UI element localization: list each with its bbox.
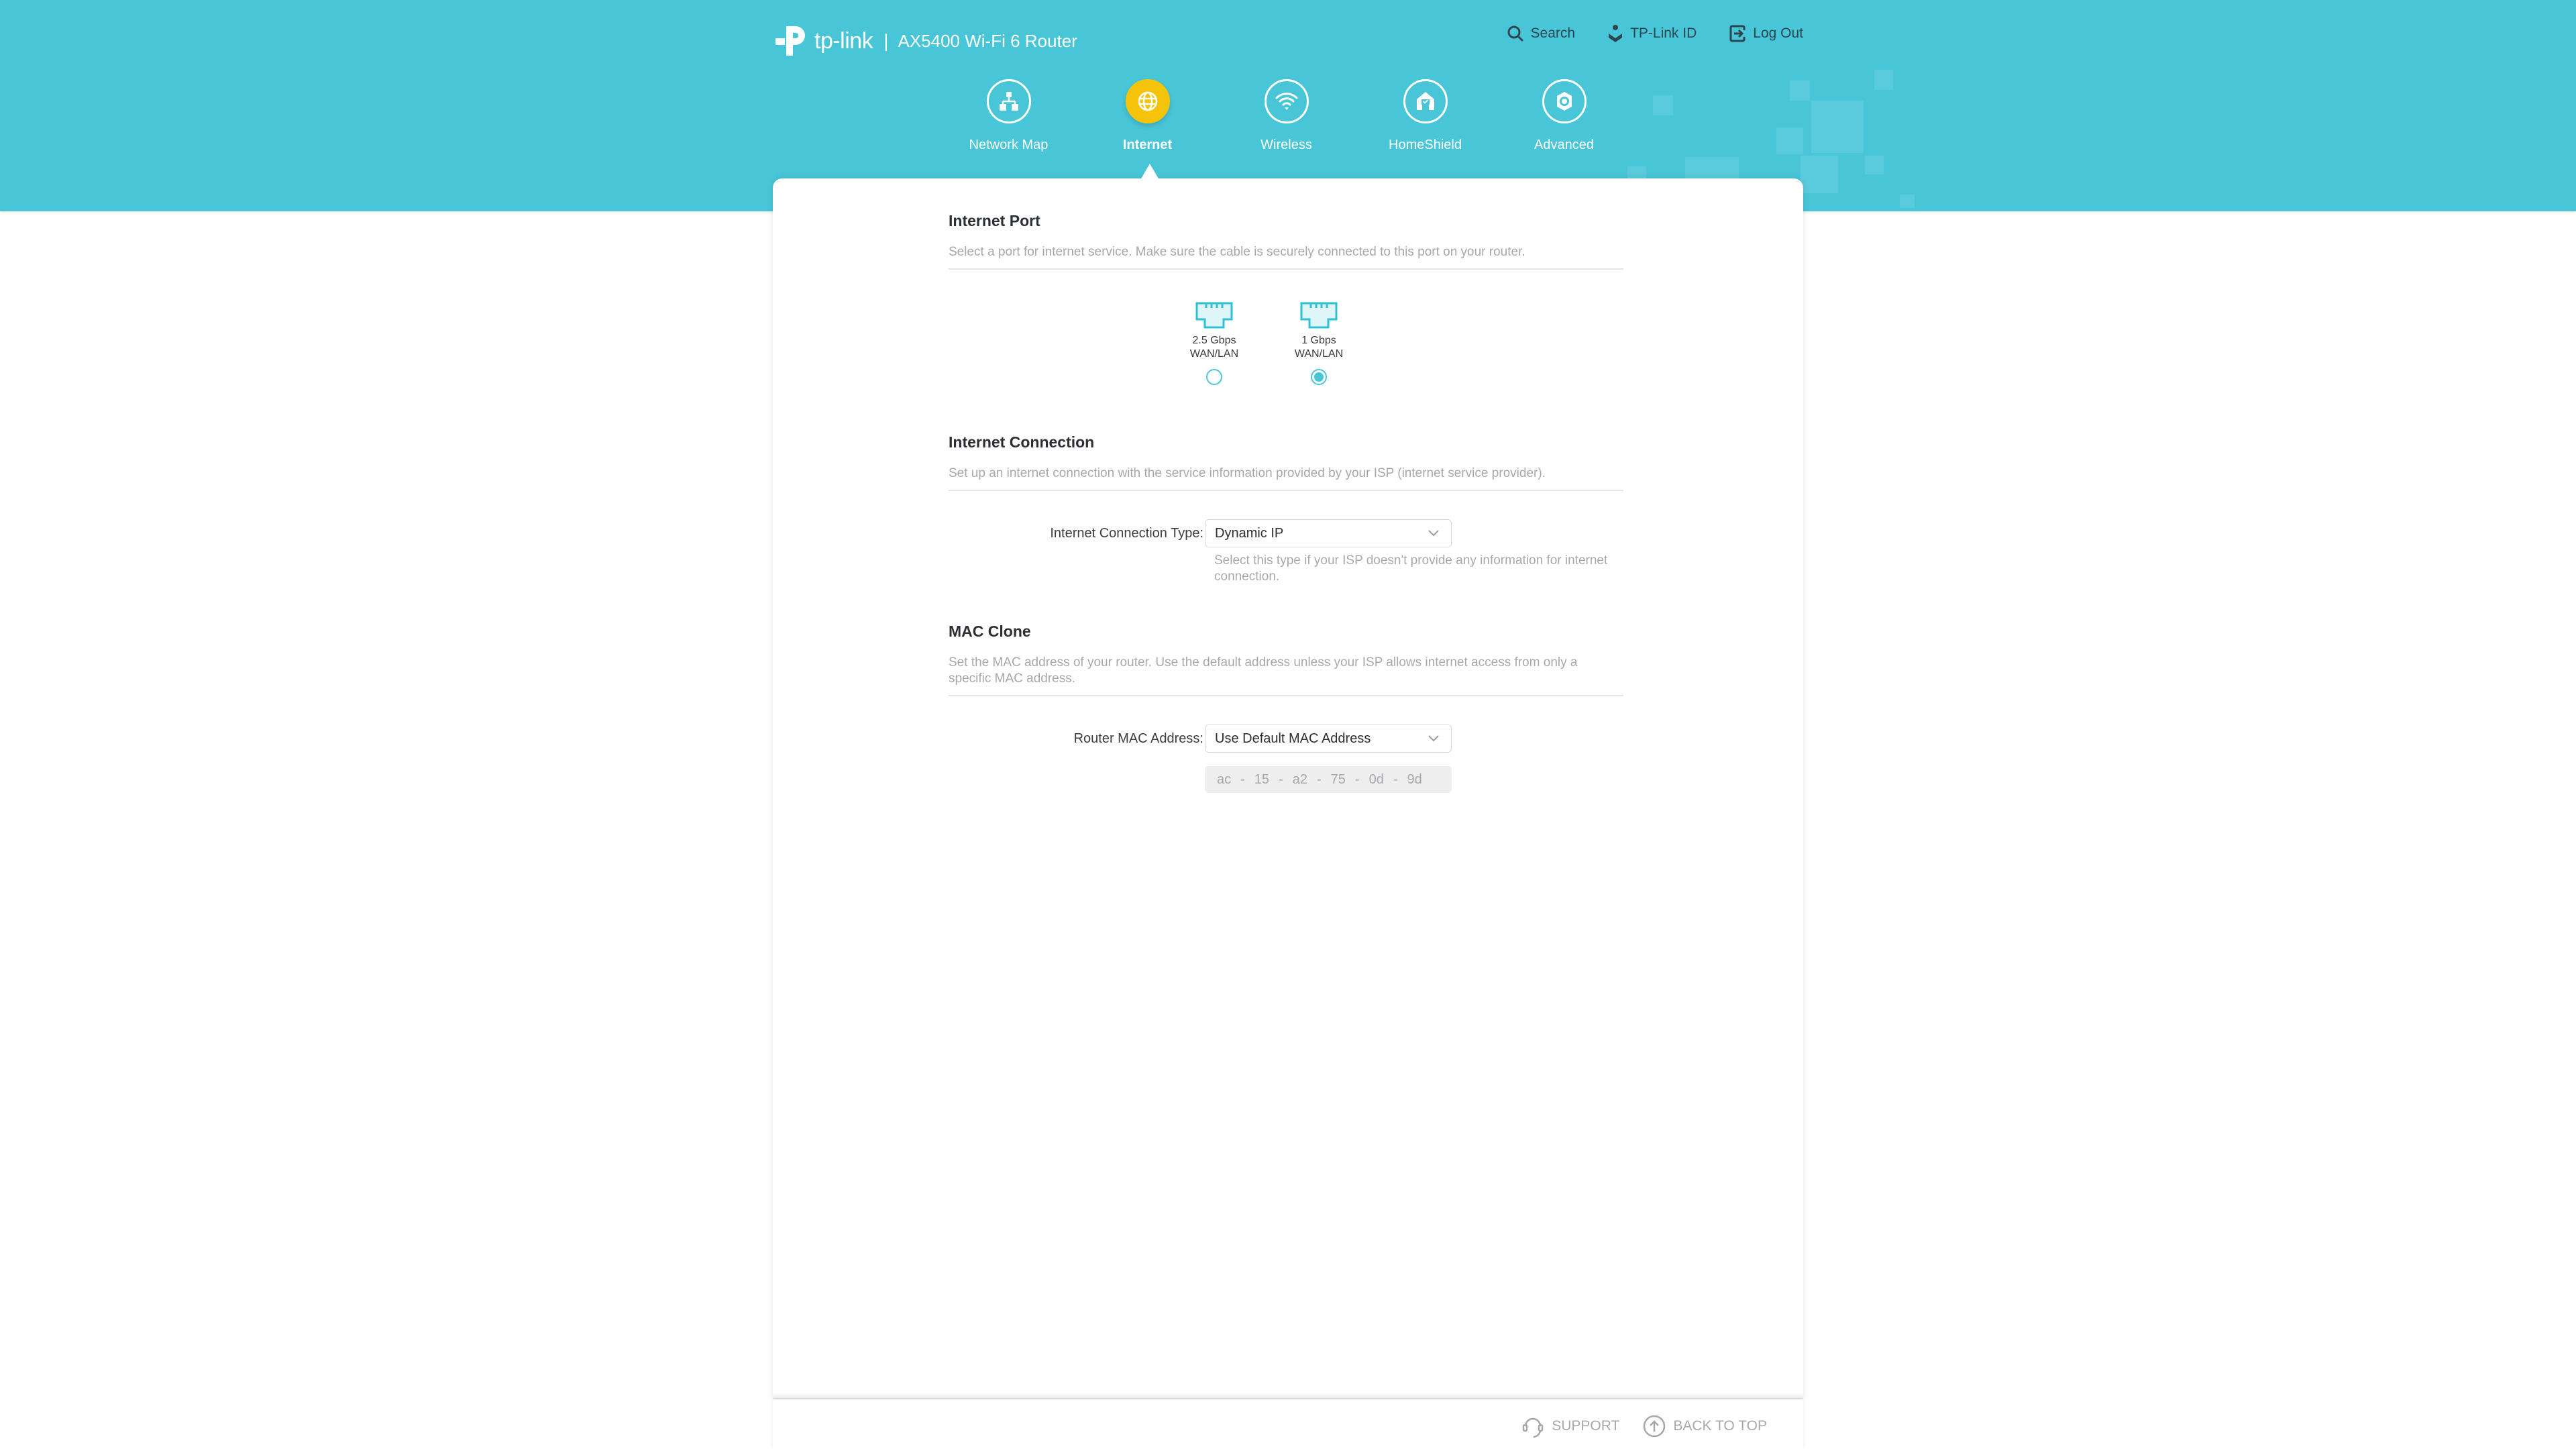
port-radio-2-5gbps[interactable]: [1206, 369, 1222, 385]
tplink-logo-icon: [775, 26, 805, 56]
logout-label: Log Out: [1753, 25, 1803, 41]
main-nav: Network Map Internet Wireless HomeShield…: [939, 79, 1704, 166]
internet-connection-title: Internet Connection: [949, 433, 1095, 451]
decor-square: [1874, 70, 1893, 90]
port-radio-1gbps[interactable]: [1311, 369, 1327, 385]
decor-square: [1811, 101, 1864, 153]
router-mac-label: Router MAC Address:: [1073, 731, 1203, 746]
support-link[interactable]: SUPPORT: [1521, 1414, 1619, 1438]
back-to-top-link[interactable]: BACK TO TOP: [1642, 1414, 1767, 1438]
logout-icon: [1729, 25, 1746, 42]
ethernet-port-icon: [1195, 302, 1233, 329]
brand-separator: |: [883, 30, 889, 51]
mac-separator: -: [1279, 771, 1283, 787]
mac-octet: 0d: [1368, 771, 1384, 787]
nav-item-homeshield[interactable]: HomeShield: [1356, 79, 1495, 166]
mac-separator: -: [1393, 771, 1398, 787]
support-label: SUPPORT: [1552, 1418, 1620, 1434]
internet-connection-description: Set up an internet connection with the s…: [949, 466, 1546, 480]
nav-label: HomeShield: [1389, 138, 1462, 152]
nav-item-internet[interactable]: Internet: [1078, 79, 1217, 166]
port-speed: 2.5 Gbps: [1192, 335, 1236, 346]
nav-item-advanced[interactable]: Advanced: [1495, 79, 1633, 166]
section-divider: [949, 268, 1623, 270]
search-icon: [1507, 25, 1523, 42]
port-label: 1 Gbps WAN/LAN: [1295, 334, 1343, 361]
decor-square: [1900, 195, 1915, 208]
brand: tp-link | AX5400 Wi-Fi 6 Router: [771, 17, 1077, 64]
router-mac-select[interactable]: Use Default MAC Address: [1205, 724, 1452, 753]
top-actions: Search TP-Link ID Log Out: [1474, 24, 1803, 43]
chevron-down-icon: [1428, 530, 1439, 537]
section-divider: [949, 490, 1623, 491]
search-label: Search: [1530, 25, 1576, 41]
network-map-icon: [986, 79, 1031, 123]
nav-item-wireless[interactable]: Wireless: [1217, 79, 1356, 166]
nav-label: Network Map: [969, 138, 1049, 152]
port-type: WAN/LAN: [1189, 348, 1239, 360]
decor-square: [1776, 127, 1803, 154]
connection-type-hint: Select this type if your ISP doesn't pro…: [1214, 553, 1608, 584]
decor-square: [1790, 80, 1810, 101]
mac-octet: 15: [1254, 771, 1270, 787]
active-nav-pointer: [1140, 164, 1159, 180]
mac-separator: -: [1354, 771, 1360, 787]
search-button[interactable]: Search: [1507, 25, 1576, 42]
mac-separator: -: [1240, 771, 1245, 787]
mac-octet: 75: [1330, 771, 1346, 787]
footer-shadow: [773, 1393, 1803, 1399]
main-card: Internet Port Select a port for internet…: [773, 178, 1803, 1398]
mac-octet: 9d: [1407, 771, 1422, 787]
connection-type-label: Internet Connection Type:: [1050, 526, 1203, 541]
mac-clone-title: MAC Clone: [949, 623, 1031, 640]
globe-icon: [1125, 79, 1170, 123]
nav-label: Internet: [1122, 138, 1173, 152]
connection-type-value: Dynamic IP: [1215, 525, 1284, 541]
nav-label: Wireless: [1260, 138, 1312, 152]
internet-port-title: Internet Port: [949, 212, 1040, 229]
port-label: 2.5 Gbps WAN/LAN: [1190, 334, 1238, 361]
chevron-down-icon: [1428, 735, 1439, 742]
port-speed: 1 Gbps: [1301, 335, 1336, 346]
port-type: WAN/LAN: [1294, 348, 1344, 360]
footer-links: SUPPORT BACK TO TOP: [1498, 1414, 1767, 1438]
internet-port-description: Select a port for internet service. Make…: [949, 245, 1525, 259]
decor-square: [1627, 166, 1646, 180]
tplink-id-button[interactable]: TP-Link ID: [1607, 24, 1697, 43]
port-option-2-5gbps[interactable]: 2.5 Gbps WAN/LAN: [1174, 302, 1254, 385]
homeshield-icon: [1403, 79, 1448, 123]
back-to-top-label: BACK TO TOP: [1673, 1418, 1767, 1434]
router-mac-select-value: Use Default MAC Address: [1215, 731, 1371, 746]
connection-type-select[interactable]: Dynamic IP: [1205, 519, 1452, 547]
decor-square: [1801, 156, 1838, 193]
mac-address-display: ac - 15 - a2 - 75 - 0d - 9d: [1205, 766, 1452, 793]
logout-button[interactable]: Log Out: [1729, 24, 1803, 43]
tplink-id-icon: [1609, 25, 1623, 42]
brand-name: tp-link: [814, 28, 873, 54]
mac-clone-description: Set the MAC address of your router. Use …: [949, 655, 1578, 686]
nav-label: Advanced: [1534, 138, 1594, 152]
port-option-1gbps[interactable]: 1 Gbps WAN/LAN: [1279, 302, 1359, 385]
decor-square: [1865, 156, 1884, 174]
ethernet-port-icon: [1300, 302, 1338, 329]
wifi-icon: [1264, 79, 1309, 123]
section-divider: [949, 695, 1623, 696]
mac-octet: a2: [1292, 771, 1307, 787]
tplink-id-label: TP-Link ID: [1630, 25, 1697, 41]
headset-icon: [1522, 1417, 1544, 1438]
gear-icon: [1542, 79, 1587, 123]
mac-separator: -: [1316, 771, 1322, 787]
mac-octet: ac: [1217, 771, 1232, 787]
footer: SUPPORT BACK TO TOP: [773, 1399, 1803, 1449]
arrow-up-circle-icon: [1644, 1415, 1666, 1438]
nav-item-network-map[interactable]: Network Map: [939, 79, 1078, 166]
router-model: AX5400 Wi-Fi 6 Router: [898, 30, 1077, 51]
